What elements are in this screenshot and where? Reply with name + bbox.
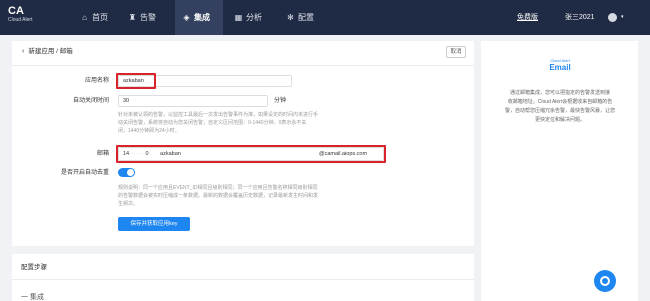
nav-integrate-label: 集成 <box>194 13 210 22</box>
autoclose-label: 自动关闭时间 <box>72 98 109 104</box>
gear-icon: ✻ <box>287 13 294 22</box>
nav-integrate[interactable]: ◈ 集成 <box>175 0 223 35</box>
layers-icon: ◈ <box>183 13 190 22</box>
home-icon: ⌂ <box>82 13 87 22</box>
logo-subtitle: Cloud Alert <box>8 17 33 23</box>
autoclose-input[interactable]: 30 <box>118 95 268 107</box>
email-label: 邮箱 <box>96 151 109 157</box>
info-desc-line2: 收邮箱地址，Cloud Alert会根据收来自邮箱的告 <box>507 99 613 105</box>
dedup-hint-line2: 的告警数据会被实时压缩成一条数据。最新的数据会覆盖历史数据，记录最新发生时间和发 <box>118 193 319 199</box>
chart-icon: ▦ <box>234 13 243 22</box>
highlight-box-app-name <box>116 73 156 89</box>
alert-icon: ♜ <box>128 13 137 22</box>
app-name-label: 应用名称 <box>84 78 109 84</box>
info-desc-line3: 警，自动帮您压缩冗余告警，最快告警风暴，让您 <box>504 108 615 114</box>
nav-alert[interactable]: ♜ 告警 <box>128 0 174 35</box>
free-tier-link[interactable]: 免费版 <box>517 0 538 35</box>
autoclose-hint-line1: 针对未被认领的告警，以监控工具最后一次发出告警事件为准，如果设定的时间内未进行手 <box>118 112 319 118</box>
dedup-hint-line3: 生频次。 <box>118 201 139 207</box>
email-logo: Cloud Alert Email <box>545 58 575 72</box>
dedup-hint-line1: 规则说明：同一个应用且EVENT_ID相同且级别相同；同一个应用且告警名称相同级… <box>118 185 318 191</box>
nav-analysis-label: 分析 <box>246 13 262 22</box>
save-get-key-button[interactable]: 保存并获取应用key <box>118 217 190 231</box>
top-nav: CA Cloud Alert ⌂ 首页 ♜ 告警 ◈ 集成 ▦ 分析 ✻ 配置 免费版 张… <box>0 0 650 35</box>
divider <box>12 65 474 66</box>
steps-card: 配置步骤 一 集成 <box>12 254 474 301</box>
nav-home-label: 首页 <box>92 13 108 22</box>
breadcrumb-text: 新建应用 / 邮箱 <box>28 48 73 55</box>
info-description: 通过邮箱集成，您可以把指定的告警发送到接 收邮箱地址，Cloud Alert会根… <box>492 89 628 125</box>
dedup-toggle[interactable] <box>118 168 135 177</box>
nav-alert-label: 告警 <box>140 13 156 22</box>
chat-button[interactable] <box>594 270 616 292</box>
form-card: ‹ 新建应用 / 邮箱 取消 应用名称 azkaban 自动关闭时间 30 分钟 … <box>12 41 474 246</box>
info-panel: Cloud Alert Email 通过邮箱集成，您可以把指定的告警发送到接 收… <box>481 41 638 301</box>
autoclose-unit: 分钟 <box>274 98 287 104</box>
autoclose-hint-line2: 动关闭告警，系统将自动为您关闭告警；自定义区间范围：0-1440分钟，0表示永不… <box>118 120 307 126</box>
breadcrumb: ‹ 新建应用 / 邮箱 <box>22 47 73 57</box>
chevron-down-icon[interactable]: ▾ <box>621 0 624 35</box>
highlight-box-email <box>116 145 386 163</box>
user-name[interactable]: 张三2021 <box>565 0 595 35</box>
email-logo-main: Email <box>549 63 571 72</box>
steps-title: 配置步骤 <box>21 264 47 271</box>
divider <box>12 279 474 280</box>
chevron-left-icon[interactable]: ‹ <box>22 47 24 57</box>
dedup-label: 是否开启自动去重 <box>60 170 109 176</box>
toggle-knob <box>127 169 134 176</box>
autoclose-value: 30 <box>123 98 130 104</box>
nav-home[interactable]: ⌂ 首页 <box>80 0 126 35</box>
step-integrate: 一 集成 <box>21 294 44 301</box>
nav-analysis[interactable]: ▦ 分析 <box>234 0 280 35</box>
logo-mark: CA <box>8 5 24 17</box>
nav-config-label: 配置 <box>298 13 314 22</box>
nav-config[interactable]: ✻ 配置 <box>286 0 332 35</box>
avatar[interactable] <box>608 13 617 22</box>
cancel-button[interactable]: 取消 <box>446 46 466 58</box>
logo[interactable]: CA Cloud Alert <box>8 5 48 24</box>
autoclose-hint-line3: 闭，1440分钟即为24小时。 <box>118 128 180 134</box>
info-desc-line1: 通过邮箱集成，您可以把指定的告警发送到接 <box>509 90 610 96</box>
chat-icon <box>600 276 610 286</box>
info-desc-line4: 更快定位和解决问题。 <box>534 117 585 123</box>
